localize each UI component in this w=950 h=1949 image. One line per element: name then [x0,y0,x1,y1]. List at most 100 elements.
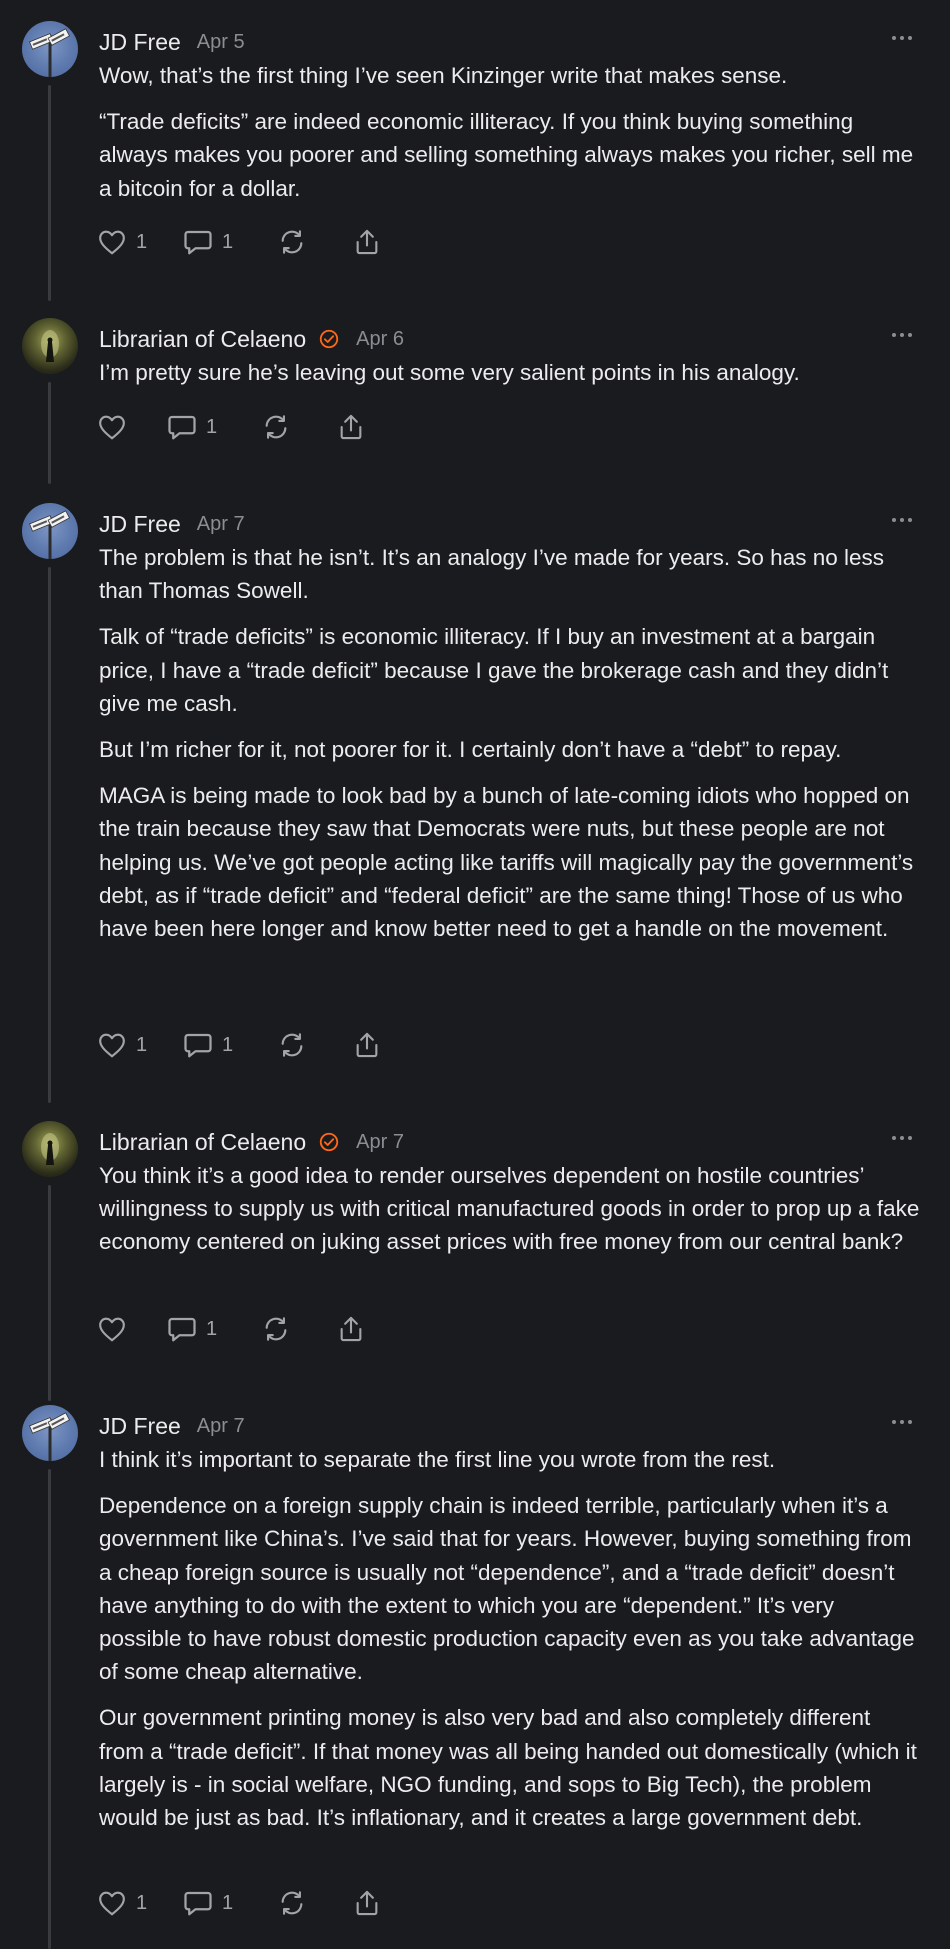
reply-button[interactable]: 1 [183,228,277,256]
comment-paragraph: Our government printing money is also ve… [99,1705,917,1831]
heart-icon [99,415,125,440]
comment-body: You think it’s a good idea to render our… [99,1159,921,1272]
comment-paragraph: “Trade deficits” are indeed economic ill… [99,109,914,201]
comment-paragraph: Dependence on a foreign supply chain is … [99,1493,915,1685]
share-button[interactable] [337,1315,377,1343]
avatar[interactable] [22,503,78,559]
comment-icon [184,1891,212,1916]
reply-button[interactable]: 1 [183,1889,277,1917]
reply-count: 1 [206,415,218,438]
avatar[interactable] [22,1121,78,1177]
reply-count: 1 [222,230,234,253]
restack-icon [281,1033,303,1057]
like-button[interactable]: 1 [97,1032,183,1058]
heart-icon [99,1317,125,1342]
glowing-doorway-avatar-icon [41,330,59,362]
comment-header: Librarian of Celaeno Apr 7 [99,1127,950,1157]
comment-actions: 1 1 [97,1886,393,1920]
restack-button[interactable] [261,413,337,441]
comment-icon [184,230,212,255]
share-icon [356,229,378,255]
comment-date[interactable]: Apr 5 [197,31,245,54]
comment-header: JD Free Apr 7 [99,509,950,539]
comment-date[interactable]: Apr 7 [197,1415,245,1438]
share-icon [356,1032,378,1058]
heart-icon [99,230,125,255]
like-count: 1 [136,230,148,253]
restack-button[interactable] [261,1315,337,1343]
avatar[interactable] [22,21,78,77]
verified-badge-icon [319,1132,339,1152]
reply-button[interactable]: 1 [167,1315,261,1343]
author-name[interactable]: Librarian of Celaeno [99,326,306,353]
more-options-icon[interactable] [890,513,914,527]
share-button[interactable] [353,1889,393,1917]
reply-button[interactable]: 1 [183,1031,277,1059]
restack-icon [281,230,303,254]
verified-badge-icon [319,329,339,349]
comment-icon [168,415,196,440]
comment-header: JD Free Apr 5 [99,27,950,57]
thread-line [48,382,51,484]
more-options-icon[interactable] [890,328,914,342]
comment-date[interactable]: Apr 7 [197,513,245,536]
comment-actions: 1 1 [97,1028,393,1062]
comment-header: JD Free Apr 7 [99,1411,950,1441]
share-button[interactable] [353,228,393,256]
like-button[interactable]: 1 [97,229,183,255]
comment-icon [184,1033,212,1058]
comment-body: Wow, that’s the first thing I’ve seen Ki… [99,59,921,218]
like-button[interactable]: 1 [97,1890,183,1916]
road-sign-avatar-icon [29,510,71,559]
comment-actions: 1 [97,410,377,444]
comment-paragraph: The problem is that he isn’t. It’s an an… [99,545,884,604]
share-icon [356,1890,378,1916]
comment-actions: 1 [97,1312,377,1346]
reply-count: 1 [206,1317,218,1340]
author-name[interactable]: JD Free [99,511,181,538]
comment-date[interactable]: Apr 6 [356,328,404,351]
heart-icon [99,1033,125,1058]
comment-paragraph: Wow, that’s the first thing I’ve seen Ki… [99,63,788,88]
avatar[interactable] [22,318,78,374]
reply-count: 1 [222,1891,234,1914]
thread-line [48,85,51,301]
share-icon [340,1316,362,1342]
restack-icon [265,1317,287,1341]
share-button[interactable] [353,1031,393,1059]
like-count: 1 [136,1891,148,1914]
like-button[interactable] [97,414,167,440]
road-sign-avatar-icon [29,1412,71,1461]
reply-count: 1 [222,1033,234,1056]
more-options-icon[interactable] [890,1415,914,1429]
comment-paragraph: I’m pretty sure he’s leaving out some ve… [99,360,800,385]
author-name[interactable]: JD Free [99,1413,181,1440]
more-options-icon[interactable] [890,31,914,45]
share-button[interactable] [337,413,377,441]
comment-body: I’m pretty sure he’s leaving out some ve… [99,356,921,402]
restack-button[interactable] [277,1889,353,1917]
comment-paragraph: You think it’s a good idea to render our… [99,1163,920,1255]
comment-icon [168,1317,196,1342]
author-name[interactable]: JD Free [99,29,181,56]
comment-header: Librarian of Celaeno Apr 6 [99,324,950,354]
reply-button[interactable]: 1 [167,413,261,441]
restack-button[interactable] [277,1031,353,1059]
heart-icon [99,1891,125,1916]
author-name[interactable]: Librarian of Celaeno [99,1129,306,1156]
comment-paragraph: But I’m richer for it, not poorer for it… [99,737,842,763]
road-sign-avatar-icon [29,28,71,77]
comment-date[interactable]: Apr 7 [356,1131,404,1154]
like-button[interactable] [97,1316,167,1342]
thread-line [48,1185,51,1401]
comment-actions: 1 1 [97,225,393,259]
more-options-icon[interactable] [890,1131,914,1145]
restack-icon [281,1891,303,1915]
comment-body: I think it’s important to separate the f… [99,1443,921,1847]
comment-body: The problem is that he isn’t. It’s an an… [99,541,921,958]
comment-paragraph: I think it’s important to separate the f… [99,1447,776,1472]
thread-line [48,1469,51,1949]
thread-line [48,567,51,1103]
restack-button[interactable] [277,228,353,256]
avatar[interactable] [22,1405,78,1461]
